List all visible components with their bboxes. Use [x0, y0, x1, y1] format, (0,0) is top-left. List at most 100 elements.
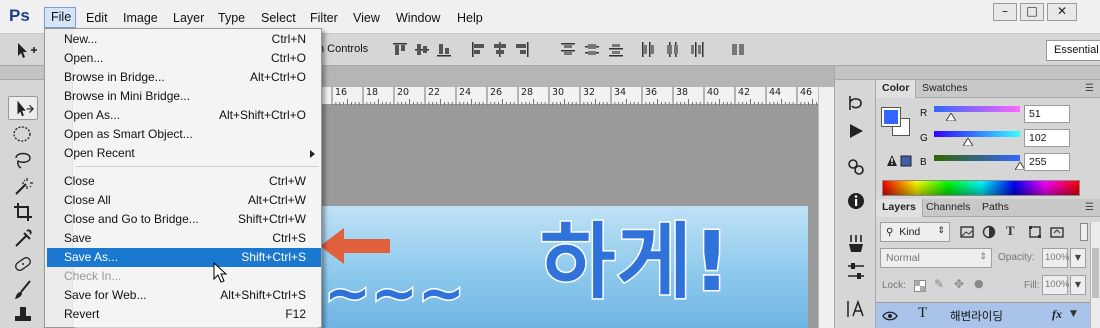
- tab-channels[interactable]: Channels: [920, 199, 976, 217]
- distribute-vcenter-icon[interactable]: [584, 41, 600, 58]
- align-hcenter-icon[interactable]: [492, 41, 508, 58]
- layer-effects-fx-icon[interactable]: fx: [1052, 307, 1062, 322]
- auto-align-layers-icon[interactable]: [730, 41, 746, 58]
- move-tool-icon[interactable]: [8, 96, 38, 120]
- close-button[interactable]: ✕: [1047, 3, 1077, 21]
- menu-item-close-all[interactable]: Close All Alt+Ctrl+W: [47, 191, 321, 210]
- menu-item-open[interactable]: Open... Ctrl+O: [47, 49, 321, 68]
- filter-pixel-layers-icon[interactable]: [960, 225, 974, 239]
- distribute-right-icon[interactable]: [688, 41, 704, 58]
- red-value-field[interactable]: 51: [1024, 105, 1070, 123]
- layer-visibility-eye-icon[interactable]: [882, 311, 898, 321]
- distribute-left-icon[interactable]: [640, 41, 656, 58]
- adjustments-icon[interactable]: [845, 156, 867, 178]
- minimize-button[interactable]: –: [993, 3, 1017, 21]
- filter-shape-layers-icon[interactable]: [1028, 225, 1042, 239]
- distribute-hcenter-icon[interactable]: [664, 41, 680, 58]
- panel-menu-icon[interactable]: ☰: [1085, 83, 1094, 94]
- menu-image[interactable]: Image: [123, 9, 158, 27]
- menu-item-open-recent[interactable]: Open Recent: [47, 144, 321, 163]
- show-transform-controls-label[interactable]: n Controls: [318, 43, 368, 55]
- align-right-icon[interactable]: [514, 41, 530, 58]
- red-slider-track[interactable]: [934, 106, 1020, 112]
- blend-mode-select[interactable]: Normal ⇕: [880, 248, 992, 268]
- clone-stamp-tool-icon[interactable]: [8, 304, 38, 328]
- actions-play-icon[interactable]: [845, 120, 867, 142]
- lock-all-icon[interactable]: ●: [974, 277, 984, 290]
- marquee-tool-icon[interactable]: [8, 122, 38, 146]
- color-spectrum-bar[interactable]: [882, 180, 1080, 196]
- layer-filter-select[interactable]: ⚲ Kind ⇕: [880, 222, 950, 242]
- menu-edit[interactable]: Edit: [86, 9, 108, 27]
- lock-transparent-pixels-icon[interactable]: [914, 280, 926, 292]
- layer-name[interactable]: 해변라이딩: [950, 308, 1003, 324]
- filter-smart-objects-icon[interactable]: [1050, 225, 1064, 239]
- menu-layer[interactable]: Layer: [173, 9, 204, 27]
- distribute-top-icon[interactable]: [560, 41, 576, 58]
- blue-value-field[interactable]: 255: [1024, 153, 1070, 171]
- green-slider-track[interactable]: [934, 131, 1020, 137]
- eyedropper-tool-icon[interactable]: [8, 226, 38, 250]
- info-icon[interactable]: [845, 190, 867, 212]
- menu-item-close-and-go-to-bridge[interactable]: Close and Go to Bridge... Shift+Ctrl+W: [47, 210, 321, 229]
- maximize-button[interactable]: □: [1020, 3, 1044, 21]
- tab-layers[interactable]: Layers: [876, 199, 923, 217]
- vertical-scrollbar[interactable]: [818, 87, 834, 328]
- menu-item-save[interactable]: Save Ctrl+S: [47, 229, 321, 248]
- green-value-field[interactable]: 102: [1024, 129, 1070, 147]
- scrollbar-thumb[interactable]: [1092, 248, 1099, 298]
- brush-presets-icon[interactable]: [845, 232, 867, 254]
- fill-dropdown-button[interactable]: ▼: [1070, 275, 1086, 295]
- menu-item-browse-in-bridge[interactable]: Browse in Bridge... Alt+Ctrl+O: [47, 68, 321, 87]
- brush-tool-icon[interactable]: [8, 278, 38, 302]
- opacity-field[interactable]: 100%: [1042, 248, 1069, 268]
- menu-item-browse-in-mini-bridge[interactable]: Browse in Mini Bridge...: [47, 87, 321, 106]
- tab-paths[interactable]: Paths: [976, 199, 1015, 217]
- menu-help[interactable]: Help: [457, 9, 483, 27]
- workspace-switcher[interactable]: Essential: [1046, 40, 1100, 61]
- distribute-bottom-icon[interactable]: [608, 41, 624, 58]
- menu-file[interactable]: File: [44, 7, 76, 28]
- history-icon[interactable]: [845, 92, 867, 114]
- foreground-background-swatch[interactable]: [880, 106, 914, 136]
- menu-view[interactable]: View: [353, 9, 380, 27]
- menu-filter[interactable]: Filter: [310, 9, 338, 27]
- magic-wand-tool-icon[interactable]: [8, 174, 38, 198]
- menu-item-new[interactable]: New... Ctrl+N: [47, 30, 321, 49]
- lock-image-pixels-icon[interactable]: ✎: [934, 277, 944, 291]
- foreground-color-swatch[interactable]: [881, 107, 901, 127]
- align-vcenter-icon[interactable]: [414, 41, 430, 58]
- menu-item-save-for-web[interactable]: Save for Web... Alt+Shift+Ctrl+S: [47, 286, 321, 305]
- character-icon[interactable]: [845, 298, 867, 320]
- menu-item-close[interactable]: Close Ctrl+W: [47, 172, 321, 191]
- document-image[interactable]: ~~~ 하게!: [318, 206, 808, 328]
- tool-preset-picker[interactable]: [10, 40, 40, 60]
- panel-menu-icon[interactable]: ☰: [1085, 202, 1094, 213]
- menu-window[interactable]: Window: [396, 9, 440, 27]
- menu-item-save-as[interactable]: Save As... Shift+Ctrl+S: [47, 248, 321, 267]
- filter-adjustment-layers-icon[interactable]: [982, 225, 996, 239]
- align-top-icon[interactable]: [392, 41, 408, 58]
- green-slider-thumb[interactable]: [963, 138, 974, 146]
- align-left-icon[interactable]: [470, 41, 486, 58]
- filter-toggle-switch[interactable]: [1080, 223, 1088, 241]
- healing-brush-tool-icon[interactable]: [8, 252, 38, 276]
- blue-slider-track[interactable]: [934, 155, 1020, 161]
- chevron-down-icon[interactable]: ▼: [1070, 309, 1077, 319]
- out-of-gamut-warning-icon[interactable]: [886, 154, 914, 168]
- crop-tool-icon[interactable]: [8, 200, 38, 224]
- lasso-tool-icon[interactable]: [8, 148, 38, 172]
- lock-position-icon[interactable]: ✥: [954, 277, 964, 291]
- layers-scrollbar[interactable]: [1090, 222, 1100, 328]
- filter-type-layers-icon[interactable]: T: [1006, 223, 1015, 239]
- layer-row[interactable]: T 해변라이딩 fx ▼: [876, 302, 1090, 328]
- tab-color[interactable]: Color: [876, 80, 917, 98]
- tool-presets-icon[interactable]: [845, 260, 867, 282]
- opacity-dropdown-button[interactable]: ▼: [1070, 248, 1086, 268]
- tab-swatches[interactable]: Swatches: [916, 80, 974, 98]
- menu-select[interactable]: Select: [261, 9, 296, 27]
- menu-item-open-as[interactable]: Open As... Alt+Shift+Ctrl+O: [47, 106, 321, 125]
- fill-field[interactable]: 100%: [1042, 275, 1069, 295]
- align-bottom-icon[interactable]: [436, 41, 452, 58]
- menu-item-open-as-smart-object[interactable]: Open as Smart Object...: [47, 125, 321, 144]
